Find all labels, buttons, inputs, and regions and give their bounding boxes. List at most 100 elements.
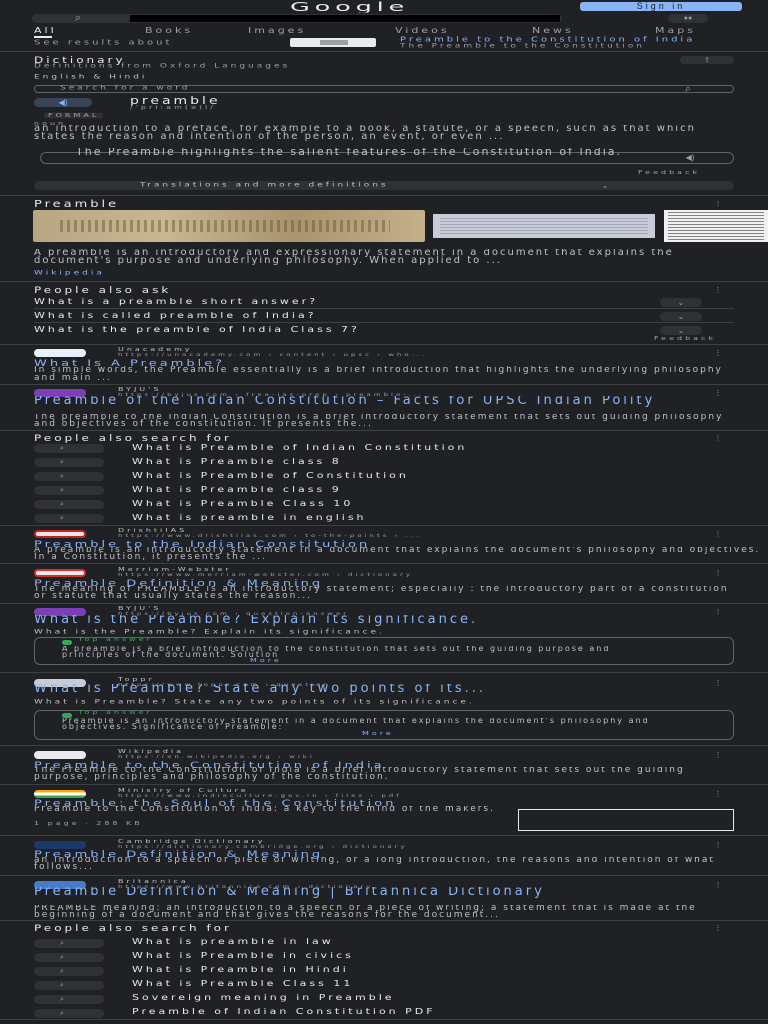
knowledge-image-3-text xyxy=(668,212,764,240)
divider xyxy=(0,51,768,52)
knowledge-source-link[interactable]: Wikipedia xyxy=(34,270,105,277)
three-dot-icon[interactable]: ⋮ xyxy=(712,608,724,616)
three-dot-icon[interactable]: ⋮ xyxy=(712,389,724,397)
tab-images[interactable]: Images xyxy=(248,26,306,35)
three-dot-icon[interactable]: ⋮ xyxy=(712,881,724,889)
pas-item[interactable]: What is Preamble class 8 xyxy=(132,457,342,466)
pas-item[interactable]: Sovereign meaning in Preamble xyxy=(132,993,395,1002)
three-dot-icon[interactable]: ⋮ xyxy=(712,200,724,208)
divider xyxy=(0,920,768,921)
divider xyxy=(0,835,768,836)
pas-item[interactable]: What is Preamble Class 11 xyxy=(132,979,353,988)
favicon xyxy=(34,569,86,577)
result-site: Britannica xyxy=(118,878,189,885)
three-dot-icon[interactable]: ⋮ xyxy=(712,569,724,577)
favicon xyxy=(34,530,86,538)
divider xyxy=(0,525,768,526)
three-dot-icon[interactable]: ⋮ xyxy=(712,841,724,849)
divider xyxy=(0,784,768,785)
favicon xyxy=(34,790,86,798)
paa-question[interactable]: What is the preamble of India Class 7? xyxy=(34,325,360,334)
apps-icon[interactable]: ●● xyxy=(668,14,708,23)
speaker-icon[interactable]: ◀) xyxy=(680,152,700,162)
see-results-subtitle: The Preamble to the Constitution xyxy=(400,42,646,50)
three-dot-icon[interactable]: ⋮ xyxy=(712,349,724,357)
divider xyxy=(0,195,768,196)
paa-feedback[interactable]: Feedback xyxy=(654,336,716,342)
dictionary-source: Definitions from Oxford Languages xyxy=(34,62,291,70)
knowledge-image-2-lines xyxy=(440,218,648,234)
result-site: Unacademy xyxy=(118,346,193,353)
result-title[interactable]: Preamble Definition & Meaning | Britanni… xyxy=(34,887,674,905)
search-icon: ⌕ xyxy=(34,1009,104,1018)
three-dot-icon[interactable]: ⋮ xyxy=(712,790,724,798)
result-snippet: an introduction to a speech or piece of … xyxy=(34,857,715,871)
result-snippet: The meaning of PREAMBLE is an introducto… xyxy=(34,586,729,600)
answer-label: Top answer xyxy=(78,636,153,643)
pas-item[interactable]: Preamble of Indian Constitution PDF xyxy=(132,1007,436,1016)
pas-item[interactable]: What is preamble in english xyxy=(132,513,367,522)
divider xyxy=(0,1019,768,1020)
three-dot-icon[interactable]: ⋮ xyxy=(712,434,724,442)
knowledge-description: A preamble is an introductory and expres… xyxy=(34,249,674,266)
result-snippet: The preamble to the Indian Constitution … xyxy=(34,414,724,428)
pas-item[interactable]: What is Preamble of Indian Constitution xyxy=(132,443,467,452)
tab-maps[interactable]: Maps xyxy=(655,26,696,35)
three-dot-icon[interactable]: ⋮ xyxy=(712,286,724,294)
pdf-thumbnail[interactable] xyxy=(518,809,734,831)
search-icon: ⌕ xyxy=(34,444,104,453)
knowledge-title: Preamble xyxy=(34,198,120,211)
divider xyxy=(0,430,768,431)
pas-item[interactable]: What is Preamble in civics xyxy=(132,951,354,960)
result-site: BYJU'S xyxy=(118,386,162,393)
speaker-icon[interactable]: ◀) xyxy=(34,98,92,107)
answer-more-link[interactable]: More xyxy=(250,658,282,664)
paa-question[interactable]: What is called preamble of India? xyxy=(34,311,317,320)
result-url: https://en.wikipedia.org › wiki xyxy=(118,754,315,760)
result-title[interactable]: Preamble of the Indian Constitution – Fa… xyxy=(34,396,734,414)
chevron-down-icon[interactable]: ⌄ xyxy=(660,326,702,335)
tab-all[interactable]: All xyxy=(34,26,57,35)
search-icon[interactable]: ⌕ xyxy=(678,83,698,95)
search-icon: ⌕ xyxy=(34,458,104,467)
divider xyxy=(0,672,768,673)
result-snippet: What is Preamble? State any two points o… xyxy=(34,698,475,706)
search-icon: ⌕ xyxy=(34,500,104,509)
result-snippet: Preamble to the Constitution of India: a… xyxy=(34,806,495,814)
tab-news[interactable]: News xyxy=(532,26,574,35)
result-meta: 1 page · 288 KB xyxy=(34,820,143,827)
three-dot-icon[interactable]: ⋮ xyxy=(712,679,724,687)
answer-text: A preamble is a brief introduction to th… xyxy=(62,646,611,659)
sign-in-button[interactable]: Sign in xyxy=(580,2,742,11)
chevron-down-icon[interactable]: ⌄ xyxy=(660,298,702,307)
favicon xyxy=(34,349,86,357)
result-site: DrishtiIAS xyxy=(118,527,188,534)
search-input[interactable] xyxy=(130,15,560,22)
answer-more-link[interactable]: More xyxy=(362,731,394,737)
favicon xyxy=(34,841,86,849)
google-logo[interactable]: Google xyxy=(290,1,409,12)
pas-item[interactable]: What is Preamble class 9 xyxy=(132,485,342,494)
language-selector[interactable]: English & Hindi xyxy=(34,74,147,81)
dictionary-feedback[interactable]: Feedback xyxy=(638,170,700,176)
pas-item[interactable]: What is Preamble in Hindi xyxy=(132,965,349,974)
three-dot-icon[interactable]: ⋮ xyxy=(712,530,724,538)
pas-item[interactable]: What is Preamble of Constitution xyxy=(132,471,409,480)
pas-item[interactable]: What is Preamble Class 10 xyxy=(132,499,353,508)
search-icon: ⌕ xyxy=(34,472,104,481)
share-icon[interactable]: ⇪ xyxy=(680,56,734,64)
paa-question[interactable]: What is a preamble short answer? xyxy=(34,297,318,306)
pas-item[interactable]: What is preamble in law xyxy=(132,937,334,946)
chevron-down-icon[interactable]: ⌄ xyxy=(660,312,702,321)
three-dot-icon[interactable]: ⋮ xyxy=(712,924,724,932)
search-icon[interactable]: ⌕ xyxy=(58,12,98,25)
pas-heading: People also search for xyxy=(34,922,232,934)
chevron-down-icon: ⌄ xyxy=(601,180,609,190)
tab-videos[interactable]: Videos xyxy=(395,26,450,35)
three-dot-icon[interactable]: ⋮ xyxy=(712,751,724,759)
search-icon: ⌕ xyxy=(34,486,104,495)
divider xyxy=(0,281,768,282)
knowledge-image-1-script xyxy=(60,220,390,232)
dictionary-definition: an introduction to a preface, for exampl… xyxy=(34,125,696,142)
tab-books[interactable]: Books xyxy=(145,26,193,35)
